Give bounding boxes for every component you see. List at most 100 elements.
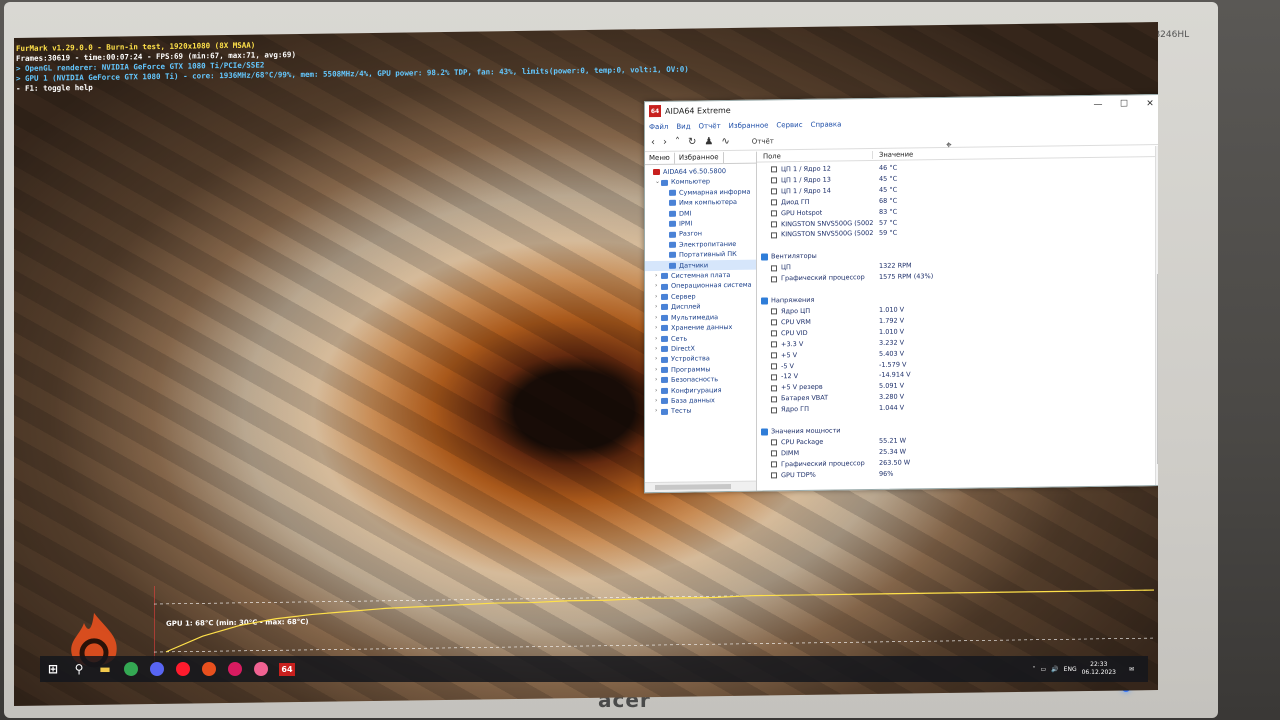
sensor-icon: [771, 265, 777, 272]
column-value[interactable]: Значение: [873, 150, 913, 159]
taskbar-start-button[interactable]: ⊞: [40, 656, 66, 682]
sensor-value: 83 °C: [879, 207, 898, 216]
sensor-group-icon: [761, 297, 768, 305]
clock[interactable]: 22:33 06.12.2023: [1082, 661, 1116, 677]
sensor-field: DIMM: [781, 448, 800, 458]
sensor-icon: [771, 166, 777, 173]
tree-item-label: Мультимедиа: [671, 312, 719, 322]
file-explorer-icon: ▬: [99, 662, 111, 676]
sensor-field: ЦП 1 / Ядро 14: [781, 186, 831, 196]
sensor-icon: [771, 439, 777, 446]
sensor-field: GPU TDP%: [781, 470, 816, 479]
tree-item-icon: [661, 314, 668, 321]
sensor-icon: [771, 472, 777, 479]
language-indicator[interactable]: ENG: [1064, 666, 1077, 673]
column-field[interactable]: Поле: [757, 150, 873, 161]
sensor-icon: [771, 330, 777, 337]
network-icon[interactable]: ▭: [1041, 666, 1047, 673]
sensor-icon: [771, 385, 777, 392]
menu-help[interactable]: Справка: [811, 120, 842, 128]
start-button-icon: ⊞: [47, 662, 59, 676]
clock-time: 22:33: [1090, 661, 1108, 668]
sensor-value: 3.280 V: [879, 392, 905, 402]
up-icon[interactable]: ˄: [675, 137, 680, 148]
vertical-scrollbar[interactable]: [1155, 145, 1158, 486]
tree-item[interactable]: Суммарная информа: [645, 186, 756, 198]
tree-item-icon: [661, 356, 668, 363]
close-button[interactable]: ✕: [1137, 99, 1158, 109]
tree-item-label: Безопасность: [671, 375, 719, 384]
mouse-cursor-icon: ⌖: [946, 139, 952, 151]
tree-item-icon: [661, 408, 668, 415]
tree-item-label: Компьютер: [671, 177, 710, 187]
notifications-icon[interactable]: ✉: [1129, 666, 1134, 673]
back-icon[interactable]: ‹: [651, 137, 655, 148]
tree-item-label: Разгон: [679, 229, 703, 239]
menu-service[interactable]: Сервис: [776, 121, 802, 129]
aida64-app-icon: 64: [649, 104, 661, 118]
tree-item-icon: [661, 283, 668, 290]
tree-item-icon: [669, 241, 676, 248]
tree-item-label: Хранение данных: [671, 323, 733, 332]
menu-file[interactable]: Файл: [649, 123, 668, 131]
sensor-icon: [771, 319, 777, 326]
sensor-field: ЦП 1 / Ядро 12: [781, 164, 831, 174]
sensor-icon: [771, 210, 777, 217]
sensor-field: Ядро ЦП: [781, 306, 811, 316]
taskbar-file-explorer[interactable]: ▬: [92, 656, 118, 682]
tree-item-label: База данных: [671, 396, 715, 405]
report-button[interactable]: Отчёт: [752, 137, 774, 145]
gpu-graph-baseline: [154, 637, 1154, 653]
sensor-icon: [771, 341, 777, 348]
tab-menu[interactable]: Меню: [645, 152, 675, 165]
left-panel: Меню Избранное AIDA64 v6.50.5800 ⌄ Компьют…: [645, 151, 757, 493]
tree-item[interactable]: › Тесты: [645, 405, 756, 417]
tree-item[interactable]: › Операционная система: [645, 280, 756, 292]
monitor-model-label: B246HL: [1154, 30, 1190, 40]
refresh-icon[interactable]: ↻: [688, 136, 696, 147]
minimize-button[interactable]: —: [1085, 100, 1111, 110]
taskbar-search-button[interactable]: ⚲: [66, 656, 92, 682]
chart-icon[interactable]: ∿: [721, 136, 729, 147]
sensor-field: -12 V: [781, 372, 799, 381]
sensor-icon: [771, 188, 777, 195]
menu-favorites[interactable]: Избранное: [729, 121, 769, 130]
volume-icon[interactable]: 🔊: [1051, 666, 1058, 673]
taskbar-msi-afterburner[interactable]: [222, 656, 248, 682]
taskbar-opera[interactable]: [170, 656, 196, 682]
sensor-group-icon: [761, 253, 768, 261]
sensor-value: 1575 RPM (43%): [879, 272, 934, 282]
taskbar-aida64[interactable]: 64: [274, 656, 300, 682]
sensor-icon: [771, 232, 777, 239]
menu-report[interactable]: Отчёт: [699, 122, 721, 130]
tree-item-label: Конфигурация: [671, 385, 722, 395]
sensor-field: CPU Package: [781, 437, 824, 447]
left-horizontal-scrollbar[interactable]: [645, 480, 756, 493]
taskbar-heart-app[interactable]: [248, 656, 274, 682]
sensor-field: KINGSTON SNVS500G (50026...: [781, 229, 873, 239]
forward-icon[interactable]: ›: [663, 137, 667, 148]
sensor-value: 57 °C: [879, 218, 898, 227]
sensor-value: 1.044 V: [879, 403, 905, 413]
sensor-value: 5.091 V: [879, 381, 905, 391]
sensor-field: ЦП 1 / Ядро 13: [781, 175, 831, 185]
sensor-value: 3.232 V: [879, 338, 905, 347]
taskbar-chrome[interactable]: [118, 656, 144, 682]
maximize-button[interactable]: ☐: [1111, 99, 1137, 109]
sensor-icon: [771, 221, 777, 228]
tray-overflow-icon[interactable]: ˄: [1033, 666, 1036, 673]
sensor-value: 46 °C: [879, 163, 898, 172]
taskbar-discord[interactable]: [144, 656, 170, 682]
sensor-icon: [771, 352, 777, 359]
tree-item-icon: [669, 252, 676, 259]
sensor-field: Ядро ГП: [781, 405, 810, 414]
user-icon[interactable]: ♟: [704, 136, 713, 147]
taskbar-furmark[interactable]: [196, 656, 222, 682]
sensor-value: 59 °C: [879, 229, 898, 238]
menu-view[interactable]: Вид: [676, 123, 690, 131]
tree-item-icon: [653, 169, 660, 176]
tab-favorites[interactable]: Избранное: [674, 152, 724, 164]
aida64-window[interactable]: 64 AIDA64 Extreme — ☐ ✕ Файл Вид Отчёт И…: [644, 93, 1158, 494]
sensor-group-title: Вентиляторы: [771, 252, 817, 261]
tree-item-icon: [669, 231, 676, 238]
